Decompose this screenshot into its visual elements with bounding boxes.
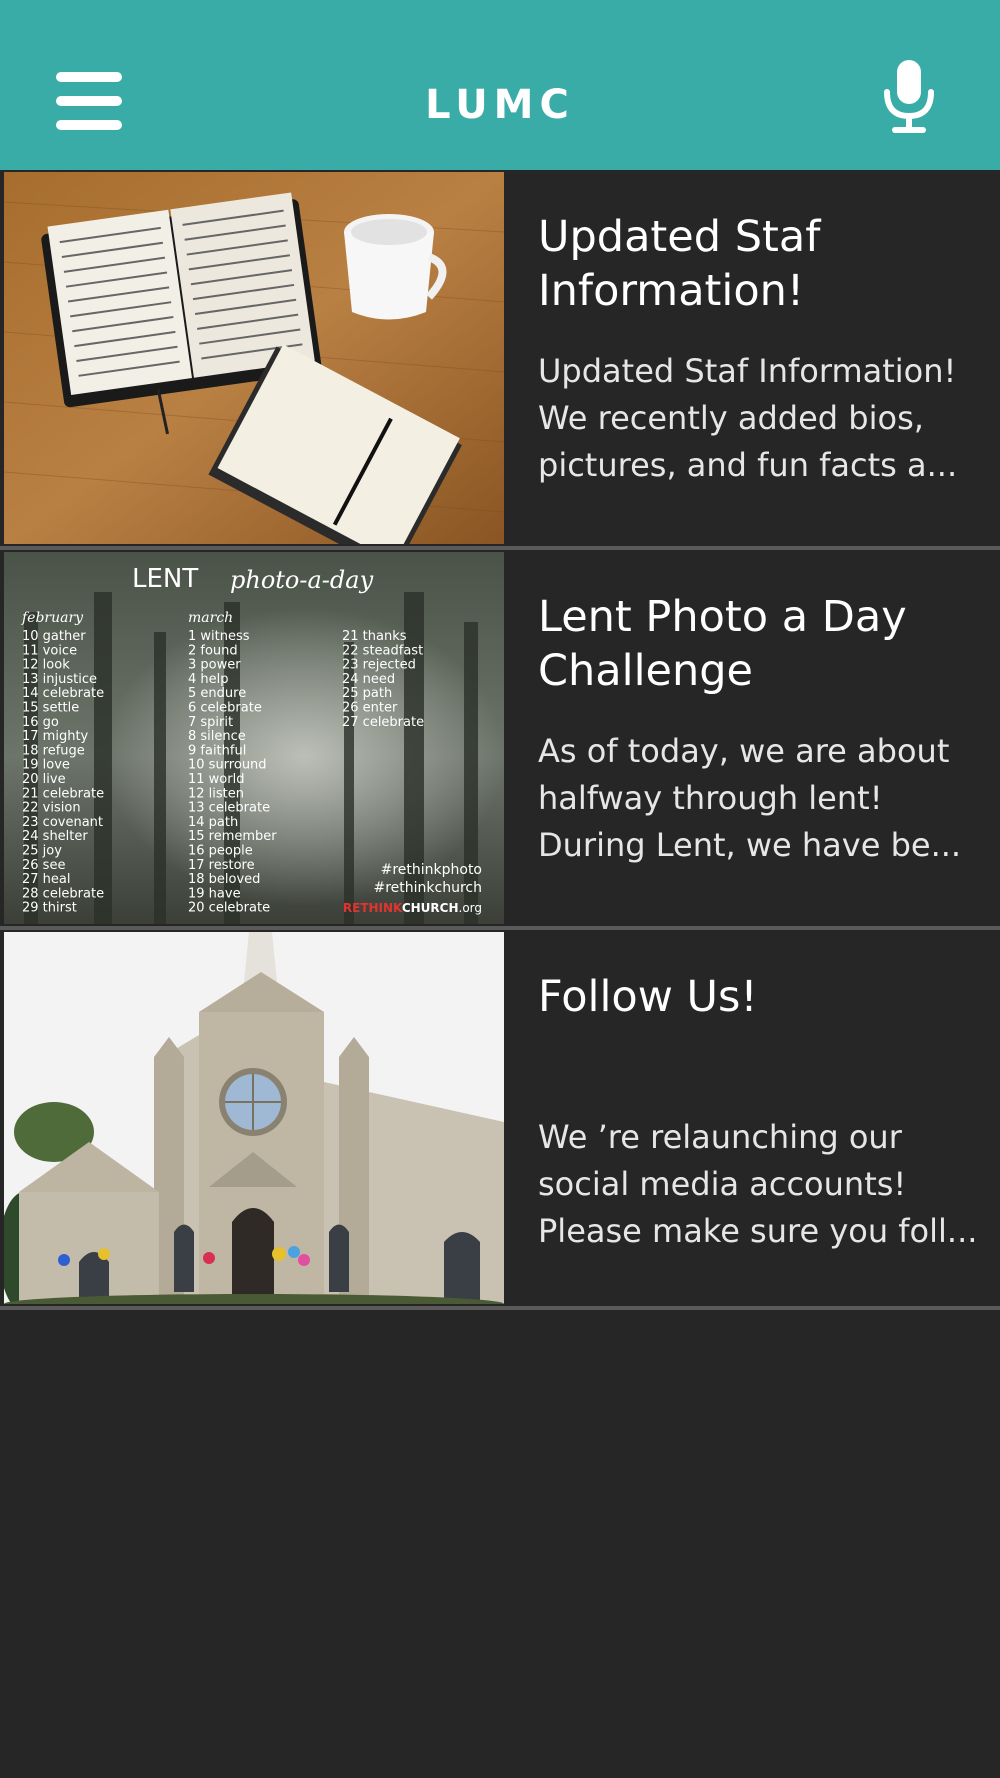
poster-calendar-entry: 12 look: [22, 658, 70, 673]
poster-calendar-entry: 14 celebrate: [22, 686, 104, 701]
poster-calendar-entry: 10 gather: [22, 629, 86, 644]
poster-calendar-entry: 12 listen: [188, 786, 244, 801]
poster-calendar-entry: 17 restore: [188, 858, 255, 873]
poster-calendar-entry: 1 witness: [188, 629, 250, 644]
app-header: LUMC: [0, 0, 1000, 170]
card-excerpt: We ’re relaunching our social media acco…: [538, 1114, 978, 1255]
poster-calendar-entry: 28 celebrate: [22, 886, 104, 901]
poster-calendar-entry: 24 shelter: [22, 829, 88, 844]
card-excerpt-line: We ’re relaunching our: [538, 1118, 902, 1156]
poster-calendar-entry: 16 people: [188, 844, 253, 859]
microphone-icon[interactable]: [880, 58, 938, 134]
card-title[interactable]: Lent Photo a Day Challenge: [538, 590, 978, 698]
card-title-line: Challenge: [538, 646, 753, 696]
poster-col2-header: march: [188, 610, 233, 626]
poster-calendar-entry: 2 found: [188, 643, 238, 658]
poster-calendar-entry: 25 joy: [22, 844, 62, 859]
lent-photo-a-day-calendar: LENT photo-a-day february march 10 gathe…: [4, 552, 504, 924]
poster-calendar-entry: 3 power: [188, 658, 241, 673]
card-excerpt: Updated Staf Information! We recently ad…: [538, 348, 978, 489]
poster-calendar-entry: 18 refuge: [22, 743, 85, 758]
poster-calendar-entry: 19 have: [188, 886, 241, 901]
poster-calendar-entry: 17 mighty: [22, 729, 89, 744]
card-excerpt-line: social media accounts!: [538, 1165, 907, 1203]
card-text: Updated Staf Information! Updated Staf I…: [538, 210, 978, 489]
poster-brand-white: CHURCH: [402, 901, 459, 915]
poster-title: LENT: [132, 564, 198, 594]
card-text: Lent Photo a Day Challenge As of today, …: [538, 590, 978, 869]
feed-card-follow-us[interactable]: Follow Us! We ’re relaunching our social…: [0, 930, 1000, 1310]
poster-calendar-entry: 8 silence: [188, 729, 246, 744]
poster-calendar-entry: 22 steadfast: [342, 643, 423, 658]
poster-hashtag-2: #rethinkchurch: [374, 880, 483, 896]
poster-calendar-entry: 16 go: [22, 715, 59, 730]
card-excerpt-line: Please make sure you foll...: [538, 1212, 978, 1250]
poster-calendar-entry: 23 rejected: [342, 658, 416, 673]
news-feed: Updated Staf Information! Updated Staf I…: [0, 170, 1000, 1310]
card-title[interactable]: Follow Us!: [538, 970, 978, 1024]
card-excerpt-line: Updated Staf Information!: [538, 352, 957, 390]
church-building-photo: [4, 932, 504, 1304]
poster-calendar-entry: 7 spirit: [188, 715, 233, 730]
feed-card-lent-challenge[interactable]: LENT photo-a-day february march 10 gathe…: [0, 550, 1000, 930]
poster-calendar-entry: 21 celebrate: [22, 786, 104, 801]
poster-calendar-entry: 15 remember: [188, 829, 277, 844]
card-title[interactable]: Updated Staf Information!: [538, 210, 978, 318]
poster-calendar-entry: 18 beloved: [188, 872, 260, 887]
poster-calendar-entry: 27 celebrate: [342, 715, 424, 730]
poster-calendar-entry: 10 surround: [188, 758, 267, 773]
poster-calendar-entry: 25 path: [342, 686, 392, 701]
card-text: Follow Us! We ’re relaunching our social…: [538, 970, 978, 1255]
poster-calendar-entry: 29 thirst: [22, 901, 77, 916]
card-excerpt-line: As of today, we are about: [538, 732, 950, 770]
card-excerpt-line: During Lent, we have be...: [538, 826, 962, 864]
card-excerpt-line: halfway through lent!: [538, 779, 883, 817]
poster-calendar-entry: 26 enter: [342, 701, 398, 716]
poster-calendar-entry: 21 thanks: [342, 629, 407, 644]
poster-hashtag-1: #rethinkphoto: [381, 862, 482, 878]
poster-subtitle: photo-a-day: [230, 566, 374, 594]
poster-calendar-entry: 13 injustice: [22, 672, 97, 687]
poster-calendar-entry: 20 celebrate: [188, 901, 270, 916]
poster-brand: RETHINKCHURCH.org: [343, 901, 482, 915]
poster-calendar-entry: 13 celebrate: [188, 801, 270, 816]
card-title-line: Follow Us!: [538, 972, 758, 1022]
poster-calendar-entry: 4 help: [188, 672, 229, 687]
poster-calendar-entry: 9 faithful: [188, 743, 246, 758]
poster-calendar-entry: 22 vision: [22, 801, 81, 816]
feed-card-staff-info[interactable]: Updated Staf Information! Updated Staf I…: [0, 170, 1000, 550]
card-excerpt-line: We recently added bios,: [538, 399, 924, 437]
poster-calendar-entry: 6 celebrate: [188, 701, 262, 716]
poster-calendar-entry: 11 world: [188, 772, 244, 787]
bible-and-notebook-photo: [4, 172, 504, 544]
poster-calendar-entry: 5 endure: [188, 686, 246, 701]
poster-calendar-entry: 20 live: [22, 772, 66, 787]
poster-calendar-entry: 15 settle: [22, 701, 79, 716]
card-excerpt: As of today, we are about halfway throug…: [538, 728, 978, 869]
card-title-line: Updated Staf: [538, 212, 821, 262]
card-excerpt-line: pictures, and fun facts a...: [538, 446, 958, 484]
poster-calendar-entry: 14 path: [188, 815, 238, 830]
app-title: LUMC: [425, 82, 575, 128]
poster-calendar-entry: 27 heal: [22, 872, 71, 887]
card-title-line: Lent Photo a Day: [538, 592, 907, 642]
poster-col1-header: february: [21, 610, 84, 626]
poster-calendar-entry: 11 voice: [22, 643, 77, 658]
poster-calendar-entry: 23 covenant: [22, 815, 103, 830]
poster-calendar-entry: 19 love: [22, 758, 70, 773]
card-title-line: Information!: [538, 266, 805, 316]
poster-brand-suffix: .org: [459, 901, 483, 915]
poster-brand-red: RETHINK: [343, 901, 403, 915]
poster-calendar-entry: 26 see: [22, 858, 65, 873]
poster-calendar-entry: 24 need: [342, 672, 395, 687]
